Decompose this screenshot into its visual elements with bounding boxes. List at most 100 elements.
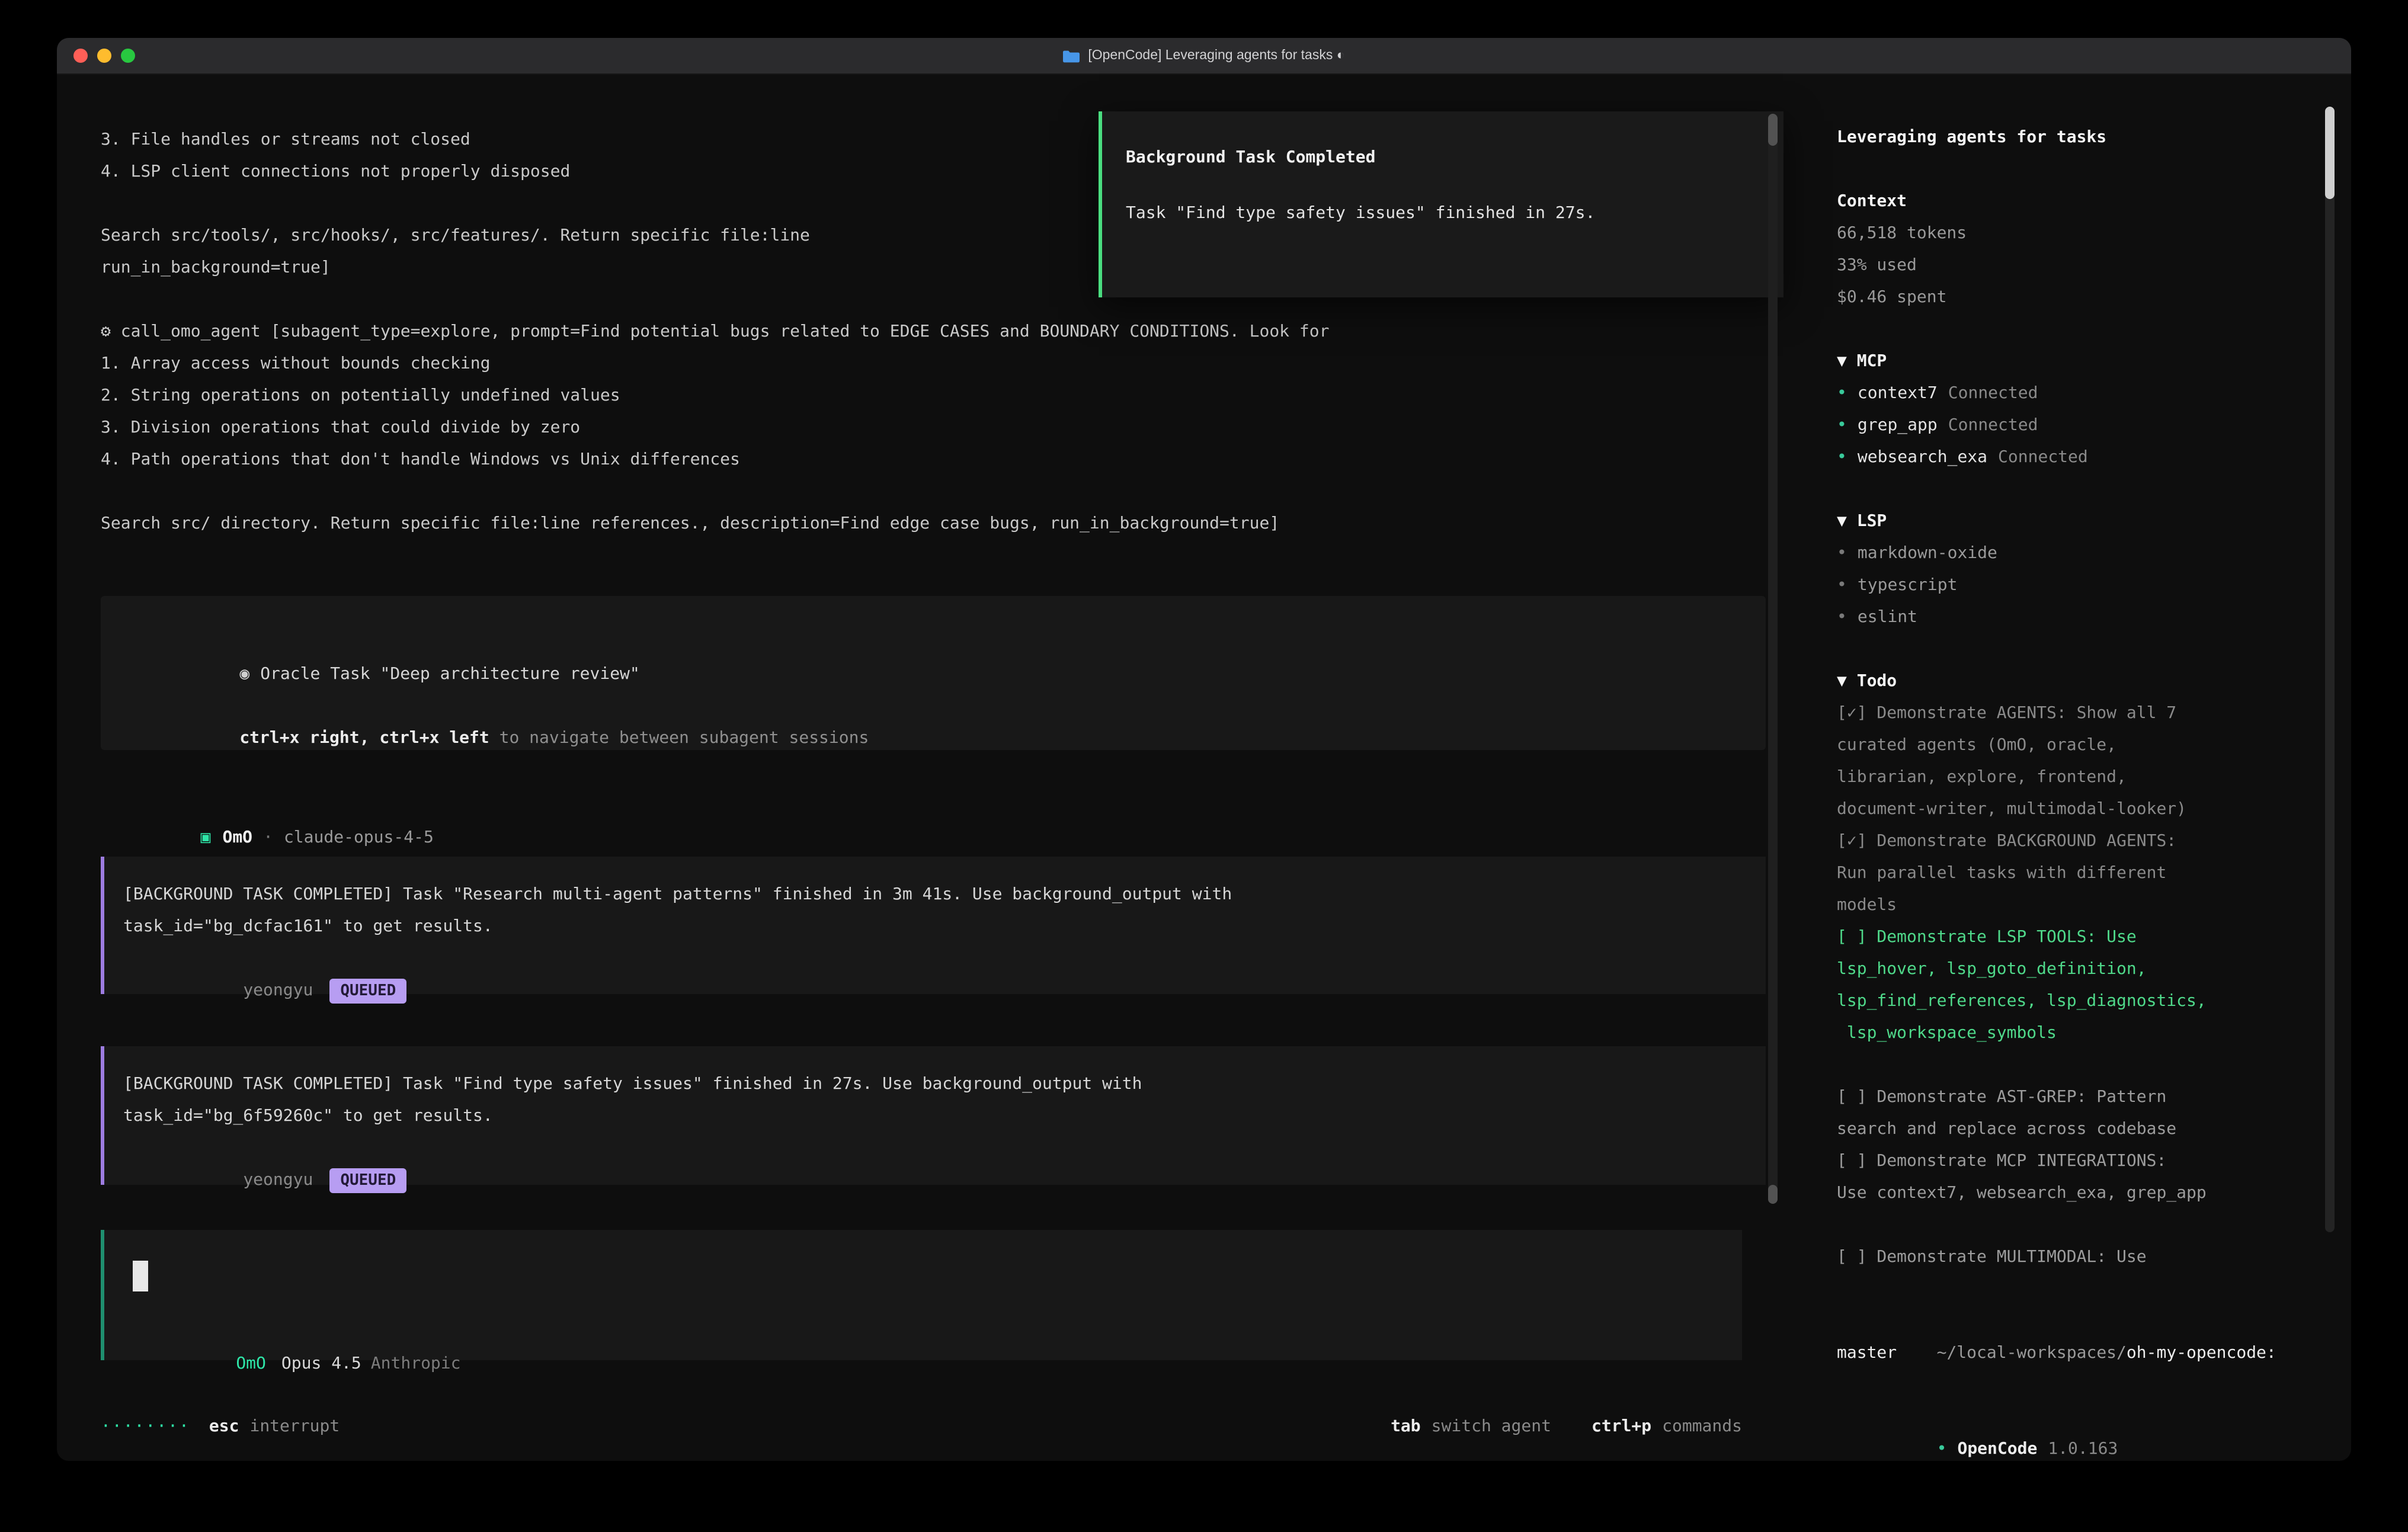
app-version: 1.0.163 <box>2048 1440 2118 1459</box>
todo-section-toggle[interactable]: ▼ Todo <box>1837 666 2351 698</box>
todo-line: [✓] Demonstrate AGENTS: Show all 7 <box>1837 698 2351 730</box>
todo-line: search and replace across codebase <box>1837 1114 2351 1146</box>
main-scrollbar-thumb[interactable] <box>1768 114 1778 146</box>
mcp-item: •context7Connected <box>1837 378 2351 410</box>
record-icon: ◉ <box>239 665 249 684</box>
desktop: [OpenCode] Leveraging agents for tasks ◐… <box>0 0 2408 1532</box>
bullet-icon: • <box>1837 576 1847 595</box>
transcript-line: 3. Division operations that could divide… <box>101 412 1329 444</box>
terminal-main-pane: 3. File handles or streams not closed4. … <box>57 75 1787 1461</box>
todo-line: [✓] Demonstrate BACKGROUND AGENTS: <box>1837 826 2351 858</box>
transcript-line: 1. Array access without bounds checking <box>101 348 1329 380</box>
oracle-task-title: Oracle Task "Deep architecture review" <box>260 665 640 684</box>
context-spent: $0.46 spent <box>1837 282 2351 314</box>
message-line: [BACKGROUND TASK COMPLETED] Task "Resear… <box>123 879 1766 911</box>
sidebar-scrollbar-thumb[interactable] <box>2325 107 2335 199</box>
status-badge: QUEUED <box>329 1168 406 1193</box>
ctrlp-key-label: commands <box>1662 1411 1742 1443</box>
todo-line <box>1837 1210 2351 1242</box>
todo-line: document-writer, multimodal-looker) <box>1837 794 2351 826</box>
todo-line: [ ] Demonstrate MULTIMODAL: Use <box>1837 1242 2351 1274</box>
todo-line: models <box>1837 890 2351 922</box>
hint-keys: ctrl+x right, ctrl+x left <box>239 729 489 748</box>
input-provider-label: Anthropic <box>371 1354 461 1373</box>
sidebar: Leveraging agents for tasks Context 66,5… <box>1787 75 2351 1461</box>
window-content: 3. File handles or streams not closed4. … <box>57 75 2351 1461</box>
mcp-item: •grep_appConnected <box>1837 410 2351 442</box>
input-meta: OmOOpus 4.5Anthropic <box>116 1316 461 1348</box>
folder-icon <box>1063 49 1080 62</box>
agent-name: OmO <box>222 828 252 847</box>
tab-key-hint: tab <box>1391 1411 1421 1443</box>
window-title: [OpenCode] Leveraging agents for tasks ◐ <box>57 38 2351 73</box>
todo-list: [✓] Demonstrate AGENTS: Show all 7curate… <box>1837 698 2351 1274</box>
traffic-lights <box>73 49 135 63</box>
bullet-icon: • <box>1937 1440 1947 1459</box>
todo-line: lsp_workspace_symbols <box>1837 1018 2351 1050</box>
lsp-item: •typescript <box>1837 570 2351 602</box>
oracle-task-title-row: ◉Oracle Task "Deep architecture review" <box>120 627 1766 659</box>
input-model-label: Opus 4.5 <box>281 1354 361 1373</box>
status-badge: QUEUED <box>329 979 406 1004</box>
status-bar: ········ esc interrupt tab switch agent … <box>101 1411 1742 1443</box>
input-agent-label: OmO <box>236 1354 266 1373</box>
toast-body: Task "Find type safety issues" finished … <box>1126 198 1783 230</box>
message-line: task_id="bg_6f59260c" to get results. <box>123 1101 1766 1133</box>
oracle-task-hint-row: ctrl+x right, ctrl+x left to navigate be… <box>120 691 1766 787</box>
todo-line: curated agents (OmO, oracle, <box>1837 730 2351 762</box>
sidebar-scrollbar[interactable] <box>2325 107 2335 1232</box>
zoom-button[interactable] <box>121 49 135 63</box>
workspace-path-prefix: ~/local-workspaces/ <box>1937 1344 2127 1363</box>
prompt-input[interactable]: OmOOpus 4.5Anthropic <box>101 1230 1742 1360</box>
agent-icon: ▣ <box>201 828 211 847</box>
esc-key-hint: esc <box>209 1411 239 1443</box>
bullet-icon: • <box>1837 544 1847 563</box>
context-tokens: 66,518 tokens <box>1837 218 2351 250</box>
message-author: yeongyu <box>243 981 313 1000</box>
todo-line: librarian, explore, frontend, <box>1837 762 2351 794</box>
background-task-toast: Background Task Completed Task "Find typ… <box>1099 111 1783 297</box>
mcp-section-toggle[interactable]: ▼ MCP <box>1837 346 2351 378</box>
todo-line: [ ] Demonstrate MCP INTEGRATIONS: <box>1837 1146 2351 1178</box>
text-cursor <box>133 1261 148 1291</box>
todo-line: lsp_hover, lsp_goto_definition, <box>1837 954 2351 986</box>
todo-line: [ ] Demonstrate LSP TOOLS: Use <box>1837 922 2351 954</box>
message-line: task_id="bg_dcfac161" to get results. <box>123 911 1766 943</box>
main-scrollbar-thumb-bottom[interactable] <box>1768 1185 1778 1204</box>
context-heading: Context <box>1837 186 2351 218</box>
mcp-item: •websearch_exaConnected <box>1837 442 2351 474</box>
message-author: yeongyu <box>243 1171 313 1190</box>
bullet-icon: • <box>1837 384 1847 403</box>
todo-line: Use context7, websearch_exa, grep_app <box>1837 1178 2351 1210</box>
main-scrollbar[interactable] <box>1768 114 1778 1204</box>
spinner-dots-icon: ········ <box>101 1411 190 1443</box>
esc-key-label: interrupt <box>249 1411 340 1443</box>
transcript-line: Search src/ directory. Return specific f… <box>101 508 1329 540</box>
app-name: OpenCode <box>1957 1440 2037 1459</box>
close-button[interactable] <box>73 49 88 63</box>
workspace-repo: oh-my-opencode: <box>2127 1344 2276 1363</box>
message-line: [BACKGROUND TASK COMPLETED] Task "Find t… <box>123 1069 1766 1101</box>
separator-dot: · <box>263 828 273 847</box>
bullet-icon: • <box>1837 448 1847 467</box>
message-meta: yeongyuQUEUED <box>123 1133 1766 1165</box>
version-row: •OpenCode1.0.163 <box>1837 1402 2351 1434</box>
transcript-line <box>101 476 1329 508</box>
background-task-message: [BACKGROUND TASK COMPLETED] Task "Find t… <box>101 1046 1766 1185</box>
minimize-button[interactable] <box>97 49 111 63</box>
bullet-icon: • <box>1837 608 1847 627</box>
sidebar-title: Leveraging agents for tasks <box>1837 122 2351 154</box>
titlebar: [OpenCode] Leveraging agents for tasks ◐ <box>57 38 2351 75</box>
toast-title: Background Task Completed <box>1126 142 1783 174</box>
lsp-section-toggle[interactable]: ▼ LSP <box>1837 506 2351 538</box>
transcript-line: ⚙ call_omo_agent [subagent_type=explore,… <box>101 316 1329 348</box>
message-meta: yeongyuQUEUED <box>123 943 1766 975</box>
background-task-message: [BACKGROUND TASK COMPLETED] Task "Resear… <box>101 857 1766 994</box>
todo-line: [ ] Demonstrate AST-GREP: Pattern <box>1837 1082 2351 1114</box>
transcript-line: 4. Path operations that don't handle Win… <box>101 444 1329 476</box>
workspace-path: ~/local-workspaces/oh-my-opencode: <box>1837 1306 2351 1338</box>
todo-line: lsp_find_references, lsp_diagnostics, <box>1837 986 2351 1018</box>
ctrlp-key-hint: ctrl+p <box>1592 1411 1651 1443</box>
oracle-task-box: ◉Oracle Task "Deep architecture review" … <box>101 596 1766 750</box>
lsp-item: •markdown-oxide <box>1837 538 2351 570</box>
